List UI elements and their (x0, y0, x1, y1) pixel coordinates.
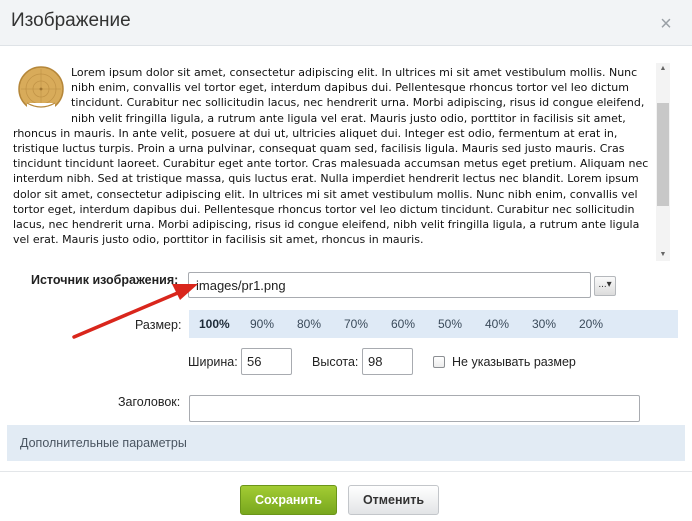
additional-params-label[interactable]: Дополнительные параметры (20, 436, 187, 450)
browse-button[interactable]: ...▾ (594, 276, 616, 296)
footer-divider (0, 471, 692, 472)
dialog-header: Изображение × (0, 0, 692, 46)
size-option-80[interactable]: 80% (297, 317, 321, 331)
cancel-button[interactable]: Отменить (348, 485, 439, 515)
size-option-50[interactable]: 50% (438, 317, 462, 331)
width-input[interactable] (241, 348, 292, 375)
size-options-bar: 100% 90% 80% 70% 60% 50% 40% 30% 20% (189, 310, 678, 338)
preview-scrollbar[interactable]: ▲ ▼ (656, 63, 670, 261)
size-option-40[interactable]: 40% (485, 317, 509, 331)
width-label: Ширина: (188, 355, 238, 369)
preview-image-thumbnail (18, 66, 64, 112)
height-label: Высота: (312, 355, 359, 369)
no-size-checkbox[interactable] (433, 356, 445, 368)
size-option-90[interactable]: 90% (250, 317, 274, 331)
size-option-100[interactable]: 100% (199, 317, 230, 331)
image-preview-area[interactable]: Lorem ipsum dolor sit amet, consectetur … (12, 63, 670, 261)
caption-label: Заголовок: (118, 395, 181, 409)
image-source-label: Источник изображения: (31, 273, 179, 287)
size-option-70[interactable]: 70% (344, 317, 368, 331)
image-source-input[interactable] (188, 272, 591, 298)
caption-input[interactable] (189, 395, 640, 422)
preview-lorem-text: Lorem ipsum dolor sit amet, consectetur … (13, 66, 649, 247)
save-button[interactable]: Сохранить (240, 485, 337, 515)
size-label: Размер: (135, 318, 182, 332)
close-icon[interactable]: × (655, 13, 677, 35)
scroll-up-arrow-icon[interactable]: ▲ (656, 63, 670, 75)
no-size-label[interactable]: Не указывать размер (452, 355, 576, 369)
additional-params-section[interactable]: Дополнительные параметры (7, 425, 685, 461)
size-option-20[interactable]: 20% (579, 317, 603, 331)
height-input[interactable] (362, 348, 413, 375)
size-option-30[interactable]: 30% (532, 317, 556, 331)
preview-content: Lorem ipsum dolor sit amet, consectetur … (13, 65, 653, 247)
dialog-title: Изображение (11, 10, 131, 31)
scroll-thumb[interactable] (657, 103, 669, 206)
size-option-60[interactable]: 60% (391, 317, 415, 331)
scroll-down-arrow-icon[interactable]: ▼ (656, 249, 670, 261)
